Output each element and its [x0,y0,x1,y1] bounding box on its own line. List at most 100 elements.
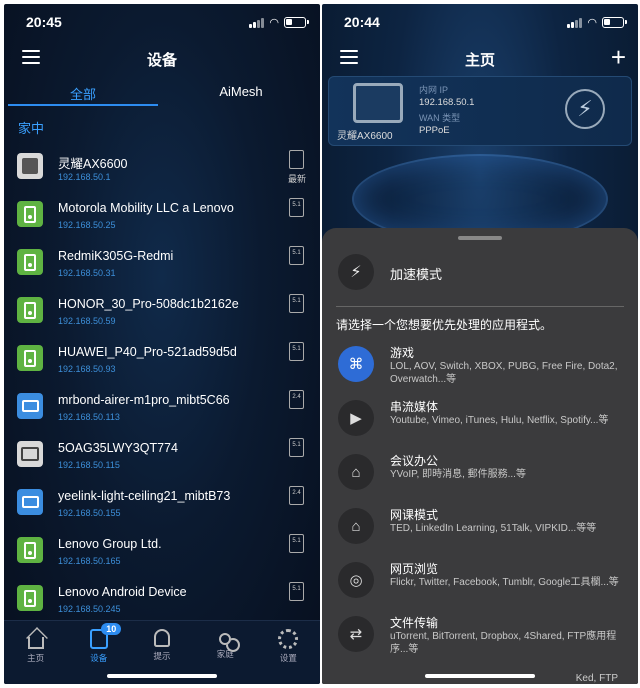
lan-ip-label: 内网 IP [419,85,449,95]
firmware-status: 最新 [287,174,306,184]
tab-aimesh[interactable]: AiMesh [162,80,320,108]
device-ip: 192.168.50.155 [58,508,121,518]
app-title: 网课模式 [390,508,439,522]
app-priority-list: ⌘ 游戏 LOL, AOV, Switch, XBOX, PUBG, Free … [322,340,638,664]
device-name: mrbond-airer-m1pro_mibt5C66 [58,393,230,407]
app-desc: Flickr, Twitter, Facebook, Tumblr, Googl… [390,577,619,588]
devices-screen: 20:45 ◠ 设备 全部 AiMesh 家中 灵耀AX6600 192.168… [4,4,320,684]
divider [336,306,624,307]
app-desc: TED, LinkedIn Learning, 51Talk, VIPKID..… [390,523,597,534]
status-time: 20:44 [344,14,380,30]
phone-icon [17,345,43,371]
home-indicator [425,674,535,678]
phone-icon [17,201,43,227]
acceleration-mode-header: ⚡ 加速模式 [338,254,622,292]
device-ip: 192.168.50.115 [58,460,120,470]
wan-type-value: PPPoE [419,125,450,136]
list-item[interactable]: ⌂ 会议办公 YVoIP, 即時消息, 郵件服務...等 [322,448,638,502]
device-name: 灵耀AX6600 [58,157,128,171]
list-item[interactable]: ◎ 网页浏览 Flickr, Twitter, Facebook, Tumblr… [322,556,638,610]
tabbar-label: 提示 [153,651,171,661]
tabbar-label: 设备 [90,653,108,663]
status-time: 20:45 [26,14,62,30]
phone-icon [17,585,43,611]
tabbar-settings[interactable]: 设置 [257,621,320,684]
list-item[interactable]: ⌘ 游戏 LOL, AOV, Switch, XBOX, PUBG, Free … [322,340,638,394]
device-name: Lenovo Group Ltd. [58,537,162,551]
app-title: 网页浏览 [390,562,439,576]
tabbar-label: 设置 [279,653,297,663]
wifi-band-icon: 5.1 [289,246,304,265]
phone-icon [17,249,43,275]
wifi-band-icon: 5.1 [289,294,304,313]
list-item[interactable]: HONOR_30_Pro-508dc1b2162e 192.168.50.59 … [4,288,320,336]
wifi-icon: ◠ [269,17,279,29]
acceleration-sheet: ⚡ 加速模式 请选择一个您想要优先处理的应用程式。 ⌘ 游戏 LOL, AOV,… [322,228,638,684]
lan-ip-value: 192.168.50.1 [419,97,475,108]
device-ip: 192.168.50.59 [58,316,116,326]
school-icon: ⌂ [338,508,374,544]
office-icon: ⌂ [338,454,374,490]
mode-label: 加速模式 [390,267,443,282]
list-item[interactable]: Lenovo Android Device 192.168.50.245 5.1 [4,576,320,624]
router-card[interactable]: 灵耀AX6600 内网 IP 192.168.50.1 WAN 类型 PPPoE… [328,76,632,146]
device-name: RedmiK305G-Redmi [58,249,174,263]
device-name: HUAWEI_P40_Pro-521ad59d5d [58,345,237,359]
list-item[interactable]: mrbond-airer-m1pro_mibt5C66 192.168.50.1… [4,384,320,432]
wifi-band-icon: 5.1 [289,438,304,457]
prompt-text: 请选择一个您想要优先处理的应用程式。 [336,318,553,332]
device-name: Lenovo Android Device [58,585,187,599]
list-item[interactable]: ⌂ 网课模式 TED, LinkedIn Learning, 51Talk, V… [322,502,638,556]
device-ip: 192.168.50.113 [58,412,120,422]
list-item[interactable]: 灵耀AX6600 192.168.50.1 最新 [4,144,320,192]
wifi-band-icon: 5.1 [289,534,304,553]
phone-icon [17,537,43,563]
device-ip: 192.168.50.25 [58,220,116,230]
bottom-tab-bar: 主页 10 设备 提示 家庭 设置 [4,620,320,684]
list-item[interactable]: Lenovo Group Ltd. 192.168.50.165 5.1 [4,528,320,576]
list-item[interactable]: 5OAG35LWY3QT774 192.168.50.115 5.1 [4,432,320,480]
device-ip: 192.168.50.1 [58,172,111,182]
device-name: yeelink-light-ceiling21_mibtB73 [58,489,231,503]
app-desc: LOL, AOV, Switch, XBOX, PUBG, Free Fire,… [390,361,618,385]
battery-icon [284,17,309,28]
page-title: 主页 [464,52,495,69]
list-item[interactable]: RedmiK305G-Redmi 192.168.50.31 5.1 [4,240,320,288]
router-icon [353,83,403,123]
list-item[interactable]: Motorola Mobility LLC a Lenovo 192.168.5… [4,192,320,240]
device-name: HONOR_30_Pro-508dc1b2162e [58,297,239,311]
firmware-icon [289,150,304,169]
tabbar-label: 主页 [27,653,45,663]
family-icon [219,633,232,645]
section-home: 家中 [18,121,45,136]
play-icon: ▶ [338,400,374,436]
sheet-handle[interactable] [458,236,502,240]
wifi-icon: ◠ [587,17,597,29]
app-title: 串流媒体 [390,400,439,414]
list-item[interactable]: yeelink-light-ceiling21_mibtB73 192.168.… [4,480,320,528]
home-icon [27,637,44,649]
tabbar-label: 家庭 [216,649,234,659]
overflow-text: Ked, FTP [575,673,618,684]
app-desc: Youtube, Vimeo, iTunes, Hulu, Netflix, S… [390,415,609,426]
device-ip: 192.168.50.31 [58,268,116,278]
device-ip: 192.168.50.165 [58,556,121,566]
wifi-band-icon: 2.4 [289,486,304,505]
tabbar-home[interactable]: 主页 [4,621,67,684]
status-bar: 20:44 ◠ [322,4,638,40]
lightning-icon: ⚡ [338,254,374,290]
add-icon[interactable]: + [611,44,626,70]
list-item[interactable]: HUAWEI_P40_Pro-521ad59d5d 192.168.50.93 … [4,336,320,384]
app-title: 游戏 [390,346,415,360]
laptop-icon [17,393,43,419]
boost-icon[interactable]: ⚡ [565,89,605,129]
wan-type-label: WAN 类型 [419,113,461,123]
app-title: 会议办公 [390,454,439,468]
list-item[interactable]: ▶ 串流媒体 Youtube, Vimeo, iTunes, Hulu, Net… [322,394,638,448]
wifi-band-icon: 5.1 [289,582,304,601]
active-tab-indicator [8,104,158,106]
list-item[interactable]: ⇄ 文件传输 uTorrent, BitTorrent, Dropbox, 4S… [322,610,638,664]
wifi-band-icon: 5.1 [289,198,304,217]
laptop-icon [17,489,43,515]
device-count-badge: 10 [101,623,122,635]
